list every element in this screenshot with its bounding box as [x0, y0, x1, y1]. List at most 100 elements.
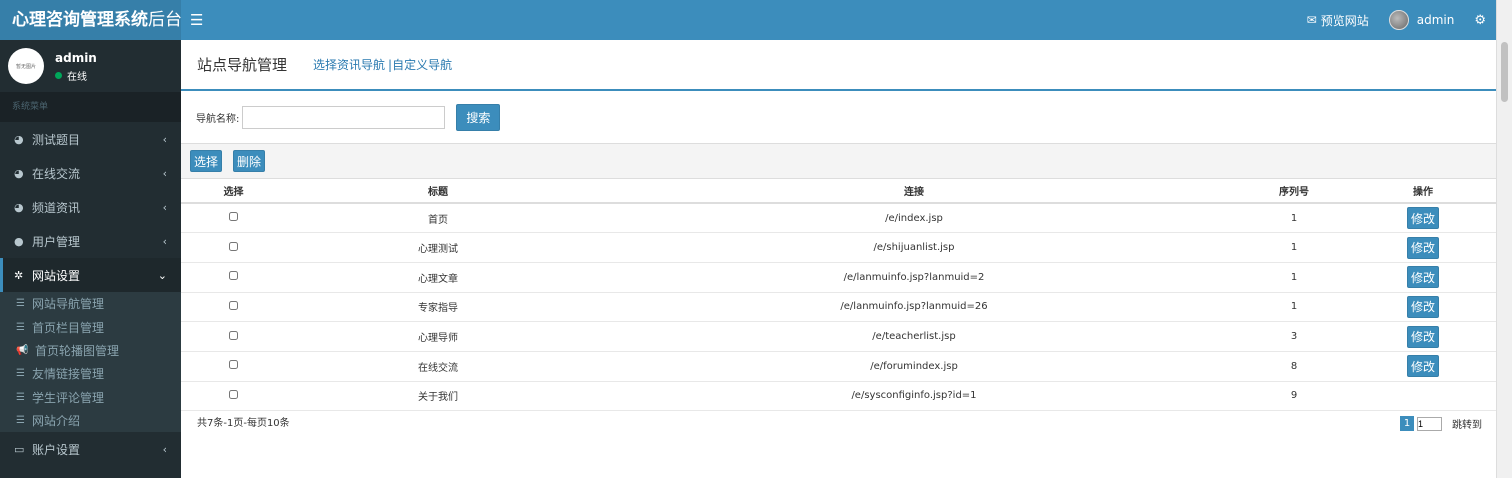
select-news-nav-link[interactable]: 选择资讯导航: [313, 56, 385, 73]
edit-button[interactable]: 修改: [1407, 325, 1439, 348]
pagination: 1 跳转到: [1400, 416, 1482, 431]
chevron-left-icon: ‹: [162, 166, 167, 180]
column-header-action: 操作: [1350, 179, 1496, 204]
chevron-left-icon: ‹: [162, 132, 167, 146]
list-icon: ☰: [16, 368, 25, 380]
row-checkbox[interactable]: [229, 330, 238, 340]
sidebar-item-label: 测试题目: [32, 132, 81, 147]
preview-site-link[interactable]: ✉ 预览网站: [1307, 12, 1369, 29]
row-checkbox[interactable]: [229, 300, 238, 310]
table-row: 心理测试 /e/shijuanlist.jsp 1 修改: [181, 232, 1496, 263]
row-link: /e/index.jsp: [590, 203, 1238, 234]
submenu-item-site-intro[interactable]: ☰ 网站介绍: [0, 409, 181, 432]
online-dot-icon: [55, 72, 62, 79]
bullhorn-icon: 📢: [16, 344, 29, 356]
row-checkbox[interactable]: [229, 241, 238, 251]
sidebar-item-user-management[interactable]: ● 用户管理 ‹: [0, 224, 181, 258]
sidebar-header: 系统菜单: [0, 92, 181, 122]
nav-name-input[interactable]: [242, 105, 446, 129]
row-checkbox[interactable]: [229, 212, 238, 222]
sidebar: 暂无图片 admin 在线 系统菜单 ◕ 测试题目 ‹ ◕ 在线交流 ‹ ◕ 频…: [0, 40, 181, 478]
row-title: 心理测试: [286, 232, 590, 263]
table-header-row: 选择 标题 连接 序列号 操作: [181, 179, 1496, 204]
sidebar-item-label: 频道资讯: [32, 200, 81, 215]
row-seq: 1: [1238, 203, 1350, 234]
chevron-down-icon: ⌄: [157, 268, 167, 282]
edit-button[interactable]: 修改: [1407, 207, 1439, 230]
bars-icon[interactable]: ☰: [190, 0, 210, 40]
search-bar: 导航名称: 搜索: [181, 91, 1496, 143]
list-icon: ☰: [16, 391, 25, 403]
select-button[interactable]: 选择: [190, 150, 222, 172]
app-title-light: 后台: [148, 10, 182, 30]
submenu-item-home-columns[interactable]: ☰ 首页栏目管理: [0, 315, 181, 338]
table-row: 心理导师 /e/teacherlist.jsp 3 修改: [181, 321, 1496, 352]
row-link: /e/forumindex.jsp: [590, 351, 1238, 382]
submenu-item-site-nav[interactable]: ☰ 网站导航管理: [0, 292, 181, 315]
main-content: 站点导航管理 选择资讯导航 |自定义导航 导航名称: 搜索 选择 删除 选择 标…: [181, 40, 1496, 478]
custom-nav-link[interactable]: |自定义导航: [388, 56, 452, 73]
sidebar-item-label: 用户管理: [32, 234, 81, 249]
submenu-item-label: 学生评论管理: [32, 390, 105, 405]
gear-icon: ✲: [14, 268, 24, 282]
edit-button[interactable]: 修改: [1407, 266, 1439, 289]
row-title: 心理文章: [286, 262, 590, 293]
app-logo[interactable]: 心理咨询管理系统后台: [0, 0, 182, 40]
row-seq: 1: [1238, 292, 1350, 323]
table-row: 心理文章 /e/lanmuinfo.jsp?lanmuid=2 1 修改: [181, 262, 1496, 293]
table-row: 在线交流 /e/forumindex.jsp 8 修改: [181, 351, 1496, 382]
sidebar-item-test-questions[interactable]: ◕ 测试题目 ‹: [0, 122, 181, 156]
page-current-button[interactable]: 1: [1400, 416, 1414, 431]
user-icon: ●: [14, 234, 24, 248]
page-jump-input[interactable]: [1417, 416, 1442, 431]
column-header-seq: 序列号: [1238, 179, 1350, 204]
sidebar-item-channel-news[interactable]: ◕ 频道资讯 ‹: [0, 190, 181, 224]
list-icon: ☰: [16, 415, 25, 427]
page-jump-button[interactable]: 跳转到: [1452, 416, 1482, 431]
edit-button[interactable]: 修改: [1407, 355, 1439, 378]
table-row: 关于我们 /e/sysconfiginfo.jsp?id=1 9: [181, 381, 1496, 412]
column-header-select: 选择: [181, 179, 286, 204]
page-title: 站点导航管理: [197, 56, 288, 74]
sidebar-item-site-settings[interactable]: ✲ 网站设置 ⌄: [0, 258, 181, 292]
row-action: [1350, 381, 1496, 412]
edit-button[interactable]: 修改: [1407, 295, 1439, 318]
submenu-item-carousel[interactable]: 📢 首页轮播图管理: [0, 339, 181, 362]
chevron-left-icon: ‹: [162, 234, 167, 248]
row-checkbox[interactable]: [229, 271, 238, 281]
submenu-item-friend-links[interactable]: ☰ 友情链接管理: [0, 362, 181, 385]
avatar: [1388, 10, 1409, 30]
search-label: 导航名称:: [196, 113, 240, 125]
sidebar-item-label: 网站设置: [32, 268, 81, 283]
user-panel: 暂无图片 admin 在线: [0, 40, 181, 92]
table-row: 首页 /e/index.jsp 1 修改: [181, 203, 1496, 234]
user-avatar: 暂无图片: [8, 48, 44, 84]
row-title: 在线交流: [286, 351, 590, 382]
sidebar-item-account-settings[interactable]: ▭ 账户设置 ‹: [0, 432, 181, 466]
row-title: 关于我们: [286, 381, 590, 412]
chevron-left-icon: ‹: [162, 200, 167, 214]
row-title: 首页: [286, 203, 590, 234]
scrollbar-thumb[interactable]: [1501, 42, 1508, 102]
sidebar-item-online-chat[interactable]: ◕ 在线交流 ‹: [0, 156, 181, 190]
submenu-item-comments[interactable]: ☰ 学生评论管理: [0, 386, 181, 409]
delete-button[interactable]: 删除: [233, 150, 265, 172]
nav-table: 选择 标题 连接 序列号 操作 首页 /e/index.jsp 1 修改 心理测…: [181, 179, 1496, 412]
page-scrollbar[interactable]: [1496, 0, 1512, 478]
row-link: /e/lanmuinfo.jsp?lanmuid=26: [590, 292, 1238, 323]
sidebar-user-name: admin: [55, 51, 97, 65]
sidebar-item-label: 账户设置: [32, 442, 81, 457]
submenu-item-label: 网站导航管理: [32, 297, 105, 312]
action-bar: 选择 删除: [181, 143, 1496, 179]
list-icon: ☰: [16, 321, 25, 333]
submenu-item-label: 友情链接管理: [32, 367, 105, 382]
site-settings-submenu: ☰ 网站导航管理 ☰ 首页栏目管理 📢 首页轮播图管理 ☰ 友情链接管理 ☰ 学生评论管理…: [0, 292, 181, 433]
edit-button[interactable]: 修改: [1407, 236, 1439, 259]
gears-icon[interactable]: ⚙: [1474, 13, 1486, 28]
sidebar-item-label: 在线交流: [32, 166, 81, 181]
user-menu[interactable]: admin: [1388, 10, 1454, 30]
row-checkbox[interactable]: [229, 389, 238, 399]
row-checkbox[interactable]: [229, 360, 238, 370]
search-button[interactable]: 搜索: [456, 103, 501, 131]
user-status: 在线: [55, 68, 87, 83]
